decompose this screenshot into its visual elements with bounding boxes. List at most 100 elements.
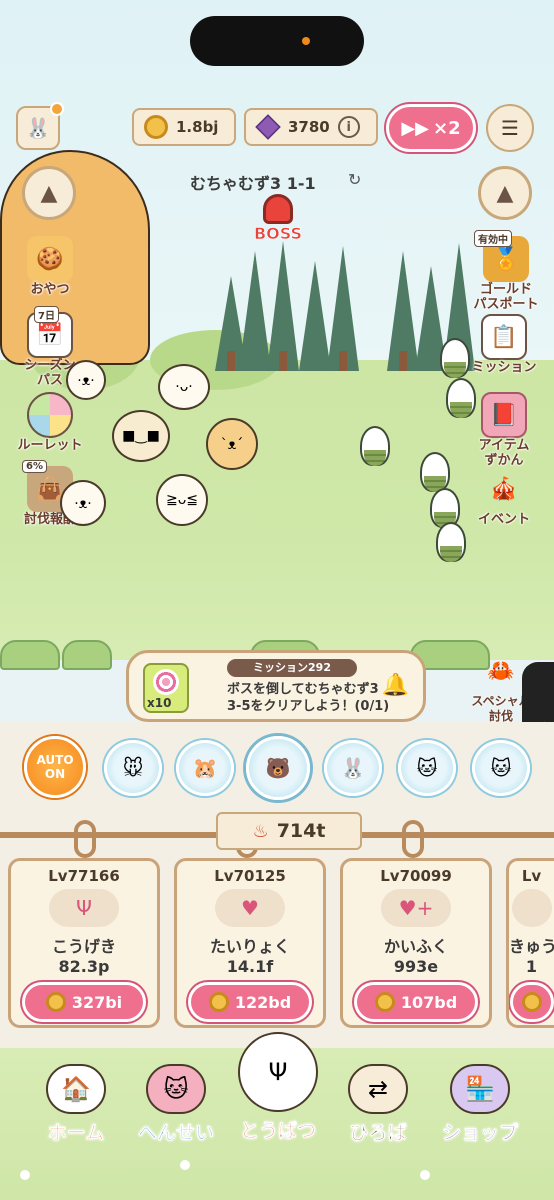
nav-plaza[interactable]: ⇄ ひろば bbox=[328, 1064, 428, 1145]
item-encyclopedia-label: アイテム ずかん bbox=[478, 438, 530, 468]
roulette-wheel-icon bbox=[27, 392, 73, 438]
active-tag: 有効中 bbox=[474, 230, 512, 247]
party-slot-2[interactable]: 🐹 bbox=[176, 740, 234, 796]
coin-counter[interactable]: 1.8bj bbox=[132, 108, 236, 146]
card-stat-name: かいふく bbox=[383, 937, 448, 956]
scroll-up-button-left[interactable]: ▲ bbox=[22, 166, 76, 220]
fork-icon: Ψ bbox=[49, 889, 119, 927]
main-menu-button[interactable]: ☰ bbox=[486, 104, 534, 152]
card-stat-name: こうげき bbox=[51, 937, 116, 956]
nav-subjugation[interactable]: Ψ とうばつ bbox=[228, 1032, 328, 1143]
mission-reward-count: x10 bbox=[147, 696, 172, 710]
bunny-avatar-icon: 🐰 bbox=[25, 116, 51, 140]
stage-title: むちゃむず3 1-1 bbox=[190, 174, 316, 193]
card-stat-value: 82.3p bbox=[58, 957, 110, 976]
auto-state-label: ON bbox=[44, 767, 66, 781]
info-icon[interactable]: i bbox=[337, 116, 360, 138]
tent-icon: 🎪 bbox=[490, 476, 518, 502]
candy-icon bbox=[153, 669, 179, 695]
party-character: ·ᴥ· bbox=[66, 360, 106, 400]
character-portrait: 🐱 bbox=[490, 756, 512, 780]
upgrade-cost: 122bd bbox=[234, 992, 292, 1012]
party-character: ·ᴗ· bbox=[158, 364, 210, 410]
upgrade-cost: 107bd bbox=[400, 992, 458, 1012]
gem-counter[interactable]: 3780 i bbox=[244, 108, 378, 146]
mission-button[interactable]: 📋 ミッション bbox=[464, 314, 544, 375]
card-level: Lv70099 bbox=[380, 867, 452, 885]
home-icon: 🏠 bbox=[46, 1064, 106, 1114]
refresh-icon[interactable]: ↻ bbox=[348, 170, 361, 189]
roulette-label: ルーレット bbox=[17, 438, 83, 453]
gold-passport-button[interactable]: 🏅 有効中 ゴールド パスポート bbox=[466, 230, 546, 312]
card-stat-name: たいりょく bbox=[209, 937, 290, 956]
enemy-creature bbox=[440, 338, 470, 378]
gem-amount: 3780 bbox=[288, 118, 330, 136]
snack-button[interactable]: 🍪 おやつ bbox=[10, 236, 90, 297]
heart-plus-icon: ♥+ bbox=[381, 889, 451, 927]
party-character: ■‿■ bbox=[112, 410, 170, 462]
upgrade-recovery-button[interactable]: 107bd bbox=[354, 982, 478, 1022]
season-pass-days-tag: 7日 bbox=[34, 306, 59, 323]
party-slot-4[interactable]: 🐰 bbox=[324, 740, 382, 796]
snack-label: おやつ bbox=[30, 282, 70, 297]
mission-text-line1: ボスを倒してむちゃむず3 bbox=[227, 682, 379, 697]
nav-formation[interactable]: 🐱 へんせい bbox=[126, 1064, 226, 1145]
snack-icon: 🍪 bbox=[27, 236, 73, 282]
formation-icon: 🐱 bbox=[146, 1064, 206, 1114]
mission-banner[interactable]: x10 ミッション292 ボスを倒してむちゃむず3 3-5をクリアしよう！(0/… bbox=[126, 650, 426, 722]
nav-home[interactable]: 🏠 ホーム bbox=[26, 1064, 126, 1145]
mission-text-line2: 3-5をクリアしよう！(0/1) bbox=[227, 699, 390, 714]
item-encyclopedia-button[interactable]: 📕 アイテム ずかん bbox=[464, 392, 544, 468]
character-portrait: 🐱 bbox=[416, 756, 438, 780]
scroll-up-button-right[interactable]: ▲ bbox=[478, 166, 532, 220]
roulette-button[interactable]: ルーレット bbox=[10, 392, 90, 453]
boss-button[interactable]: BOSS bbox=[246, 194, 310, 243]
coin-icon bbox=[45, 992, 66, 1012]
character-portrait: 🐻 bbox=[265, 756, 291, 780]
upgrade-stamina-button[interactable]: 122bd bbox=[188, 982, 312, 1022]
misc-icon bbox=[511, 889, 552, 927]
upgrade-card-stamina: Lv70125 ♥ たいりょく 14.1f 122bd bbox=[174, 858, 326, 1028]
upgrade-card-partial: Lv きゅう 1 bbox=[506, 858, 554, 1028]
nav-formation-label: へんせい bbox=[137, 1122, 215, 1145]
upgrade-attack-button[interactable]: 327bi bbox=[22, 982, 146, 1022]
upgrade-card-attack: Lv77166 Ψ こうげき 82.3p 327bi bbox=[8, 858, 160, 1028]
speed-toggle-button[interactable]: ▶▶ ×2 bbox=[386, 104, 476, 152]
subjugation-icon: Ψ bbox=[238, 1032, 318, 1112]
upgrade-partial-button[interactable] bbox=[509, 982, 554, 1022]
character-portrait: 🐭 bbox=[122, 756, 144, 780]
event-button[interactable]: 🎪 イベント bbox=[464, 466, 544, 528]
mission-reward-icon: x10 bbox=[143, 663, 189, 713]
nav-shop-label: ショップ bbox=[441, 1122, 519, 1145]
party-slot-5[interactable]: 🐱 bbox=[398, 740, 456, 796]
card-stat-value: 1 bbox=[525, 957, 538, 976]
flame-icon: ♨ bbox=[252, 820, 269, 842]
coin-amount: 1.8bj bbox=[176, 118, 219, 136]
party-slot-6[interactable]: 🐱 bbox=[472, 740, 530, 796]
signpost-icon: ⇄ bbox=[348, 1064, 408, 1114]
nav-shop[interactable]: 🏪 ショップ bbox=[430, 1064, 530, 1145]
auto-label: AUTO bbox=[36, 753, 74, 767]
nav-home-label: ホーム bbox=[47, 1122, 105, 1145]
coin-icon bbox=[374, 992, 395, 1012]
auto-toggle-button[interactable]: AUTO ON bbox=[24, 736, 86, 798]
gold-passport-label: ゴールド パスポート bbox=[473, 282, 539, 312]
heart-icon: ♥ bbox=[215, 889, 285, 927]
fast-forward-icon: ▶▶ bbox=[401, 117, 430, 139]
party-character: ≧ᴗ≦ bbox=[156, 474, 208, 526]
party-slot-1[interactable]: 🐭 bbox=[104, 740, 162, 796]
boss-label: BOSS bbox=[253, 224, 303, 244]
camera-notch bbox=[190, 16, 364, 66]
reward-progress-tag: 6% bbox=[22, 460, 47, 473]
character-portrait: 🐰 bbox=[340, 756, 366, 780]
rope-peg bbox=[74, 820, 96, 858]
nav-plaza-label: ひろば bbox=[349, 1122, 407, 1145]
party-character: `ᴥ´ bbox=[206, 418, 258, 470]
flower-decoration bbox=[180, 1160, 190, 1170]
upgrade-cost: 327bi bbox=[71, 992, 123, 1012]
card-level: Lv77166 bbox=[48, 867, 120, 885]
up-arrow-icon: ▲ bbox=[40, 180, 58, 206]
party-slot-3[interactable]: 🐻 bbox=[246, 736, 310, 800]
enemy-creature bbox=[446, 378, 476, 418]
card-stat-value: 993e bbox=[393, 957, 439, 976]
